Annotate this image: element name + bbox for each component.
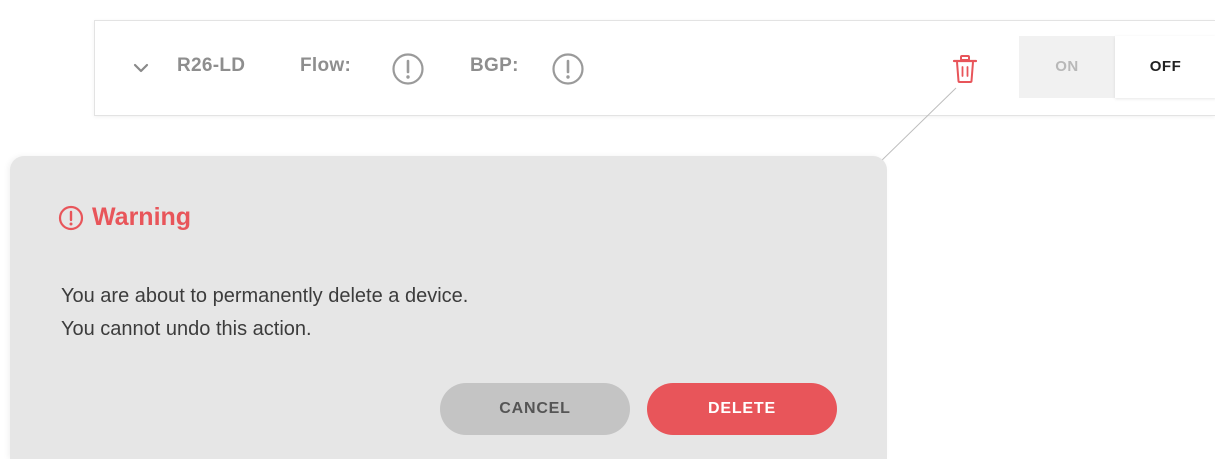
- delete-button[interactable]: DELETE: [647, 383, 837, 435]
- chevron-down-icon[interactable]: [132, 59, 150, 77]
- flow-label: Flow:: [300, 55, 352, 76]
- delete-confirmation-popover: Warning You are about to permanently del…: [10, 156, 887, 459]
- flow-status-icon: [391, 52, 425, 86]
- power-toggle: ON OFF: [1019, 36, 1215, 98]
- toggle-off-button[interactable]: OFF: [1115, 36, 1215, 98]
- warning-message: You are about to permanently delete a de…: [61, 280, 468, 346]
- device-name: R26-LD: [177, 55, 246, 76]
- warning-message-line-1: You are about to permanently delete a de…: [61, 285, 469, 307]
- warning-message-line-2: You cannot undo this action.: [61, 318, 312, 340]
- device-row: R26-LD Flow: BGP: ON OFF: [94, 20, 1215, 116]
- warning-icon: [58, 205, 84, 230]
- toggle-on-button[interactable]: ON: [1019, 36, 1115, 98]
- bgp-label: BGP:: [470, 55, 519, 76]
- delete-device-button[interactable]: [951, 54, 979, 84]
- cancel-button[interactable]: CANCEL: [440, 383, 630, 435]
- warning-title: Warning: [58, 203, 191, 232]
- warning-title-text: Warning: [92, 203, 192, 231]
- bgp-status-icon: [551, 52, 585, 86]
- trash-icon: [952, 55, 978, 83]
